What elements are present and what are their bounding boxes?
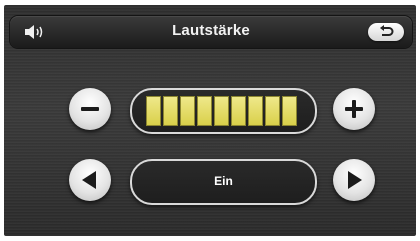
volume-segments [146, 96, 297, 126]
volume-segment [163, 96, 178, 126]
plus-icon [345, 100, 363, 118]
volume-segment [146, 96, 161, 126]
volume-segment [265, 96, 280, 126]
volume-decrease-button[interactable] [69, 88, 111, 130]
page-title: Lautstärke [172, 22, 250, 39]
volume-segment [214, 96, 229, 126]
volume-segment [231, 96, 246, 126]
back-arrow-icon [380, 25, 394, 36]
mode-prev-button[interactable] [69, 159, 111, 201]
volume-segment [248, 96, 263, 126]
top-bar: Lautstärke [10, 16, 412, 48]
volume-segment [197, 96, 212, 126]
volume-segment [282, 96, 297, 126]
mode-display: Ein [130, 159, 317, 205]
mode-value: Ein [214, 174, 233, 188]
volume-increase-button[interactable] [333, 88, 375, 130]
right-triangle-icon [348, 171, 362, 189]
left-triangle-icon [82, 171, 96, 189]
volume-segment [180, 96, 195, 126]
volume-level-bar [130, 88, 317, 134]
mode-next-button[interactable] [333, 159, 375, 201]
back-button[interactable] [368, 23, 404, 41]
volume-screen: Lautstärke Ein [4, 5, 416, 236]
minus-icon [81, 107, 99, 111]
